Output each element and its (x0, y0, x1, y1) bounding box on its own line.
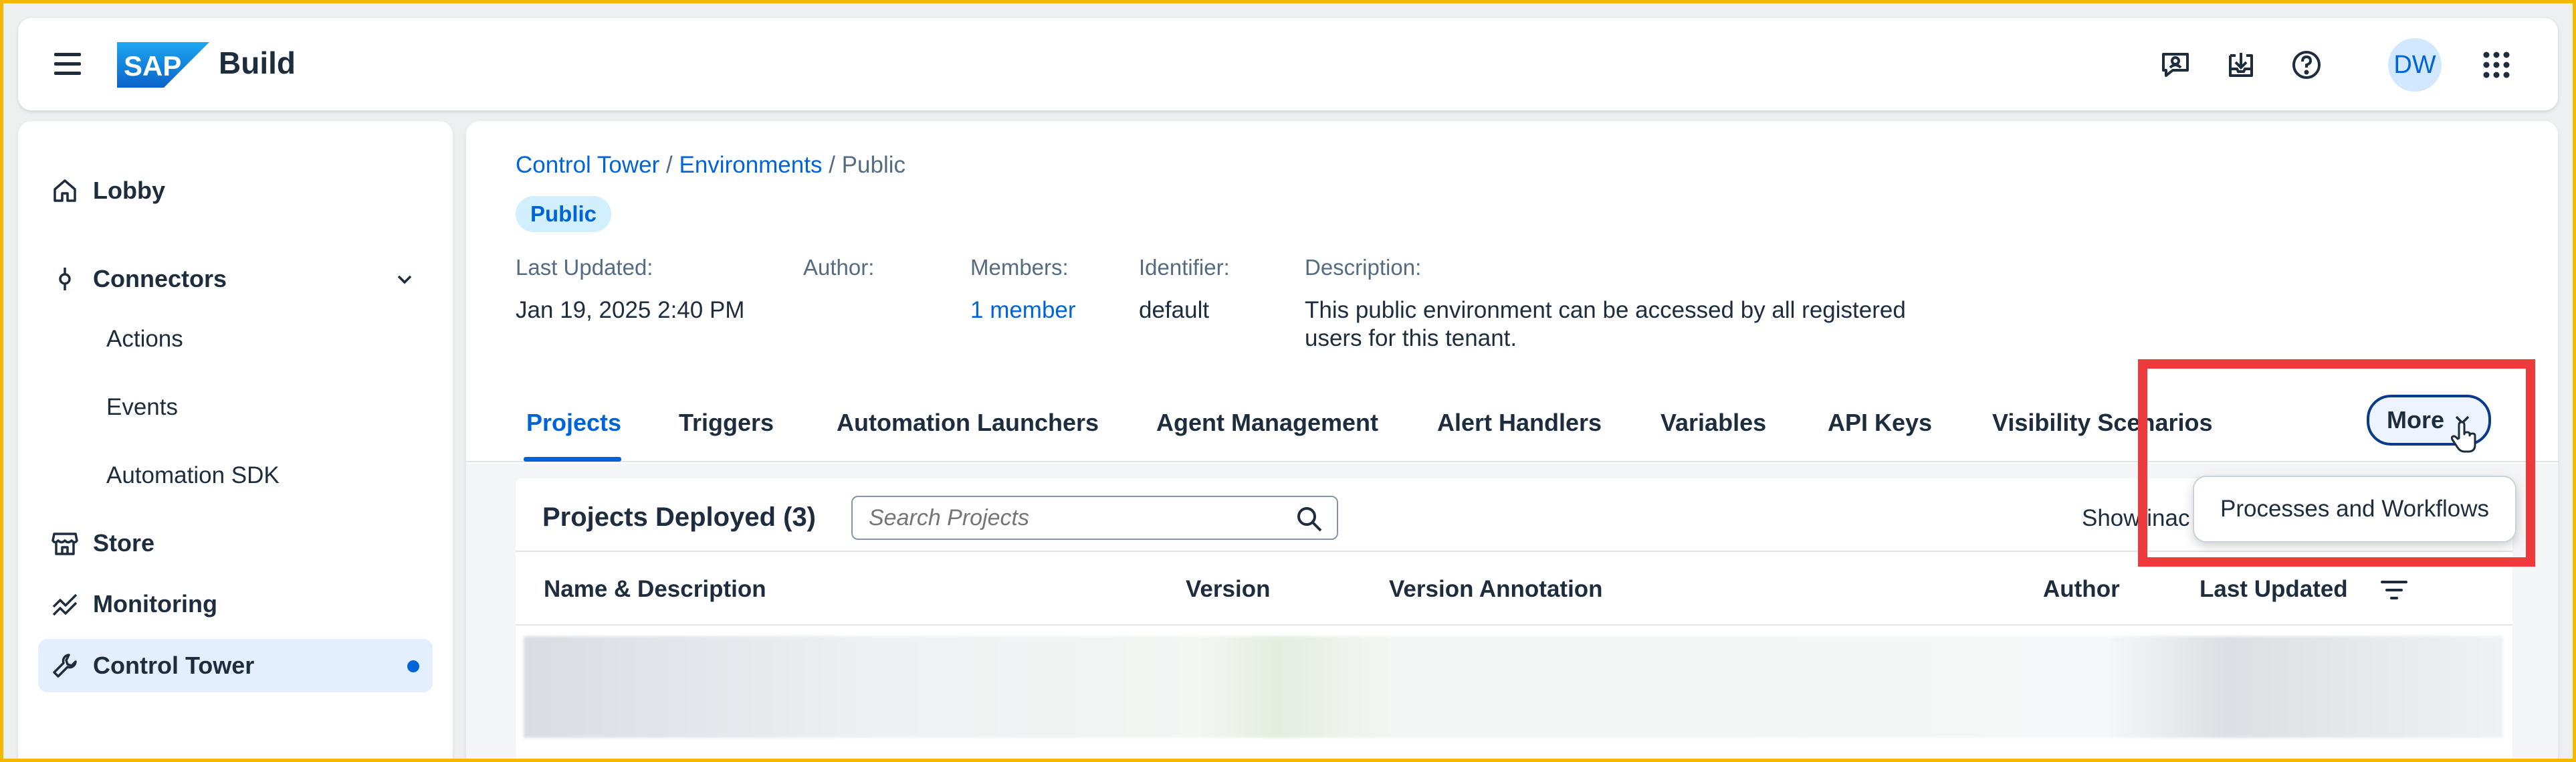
sidebar-item-label: Monitoring (93, 590, 217, 617)
sidebar-item-connectors[interactable]: Connectors (38, 252, 433, 306)
sidebar-item-lobby[interactable]: Lobby (38, 164, 433, 217)
hand-cursor-icon (2450, 421, 2478, 456)
sidebar-item-automation-sdk[interactable]: Automation SDK (106, 462, 280, 489)
feedback-icon[interactable] (2155, 45, 2195, 85)
tab-alert-handlers[interactable]: Alert Handlers (1437, 409, 1602, 437)
author-label: Author: (803, 255, 875, 280)
tab-bar: Projects Triggers Automation Launchers A… (466, 375, 2558, 462)
identifier-value: default (1139, 297, 1210, 323)
tab-agent-management[interactable]: Agent Management (1156, 409, 1378, 437)
tab-automation-launchers[interactable]: Automation Launchers (837, 409, 1099, 437)
sidebar-item-label: Lobby (93, 177, 165, 204)
breadcrumb-separator: / (829, 152, 835, 178)
column-header-name[interactable]: Name & Description (544, 576, 766, 603)
sidebar-item-label: Control Tower (93, 652, 255, 679)
description-line: users for this tenant. (1305, 325, 1517, 351)
sidebar-item-events[interactable]: Events (106, 394, 178, 421)
table-row[interactable] (524, 636, 2503, 738)
column-header-version[interactable]: Version (1186, 576, 1270, 603)
tab-variables[interactable]: Variables (1660, 409, 1766, 437)
identifier-label: Identifier: (1139, 255, 1230, 280)
search-input[interactable] (869, 504, 1283, 531)
chevron-down-icon[interactable] (395, 270, 414, 292)
column-header-author[interactable]: Author (2043, 576, 2120, 603)
tab-triggers[interactable]: Triggers (679, 409, 774, 437)
environment-badge: Public (516, 196, 612, 232)
sidebar-item-actions[interactable]: Actions (106, 326, 183, 353)
description-label: Description: (1305, 255, 1422, 280)
help-icon[interactable] (2286, 45, 2327, 85)
members-label: Members: (970, 255, 1069, 280)
connector-icon (50, 264, 80, 294)
sort-filter-icon[interactable] (2379, 575, 2409, 605)
sidebar-item-control-tower[interactable]: Control Tower (38, 639, 433, 692)
menu-icon[interactable] (53, 47, 86, 81)
more-dropdown-menu: Processes and Workflows (2193, 476, 2516, 543)
menu-item-processes-and-workflows[interactable]: Processes and Workflows (2220, 496, 2489, 522)
user-avatar[interactable]: DW (2388, 38, 2442, 92)
search-projects-field[interactable] (851, 496, 1338, 540)
store-icon (50, 529, 80, 558)
projects-table-title: Projects Deployed (3) (542, 502, 817, 532)
svg-text:SAP: SAP (124, 50, 181, 82)
last-updated-value: Jan 19, 2025 2:40 PM (516, 297, 745, 323)
active-indicator-dot (407, 660, 419, 672)
show-inactive-label: Show inac (2082, 505, 2190, 531)
tab-projects[interactable]: Projects (526, 409, 621, 437)
main-content: Control Tower / Environments / Public Pu… (466, 121, 2558, 759)
product-name: Build (219, 45, 296, 80)
sidebar-item-label: Store (93, 529, 155, 557)
home-icon (50, 176, 80, 205)
breadcrumb-link-control-tower[interactable]: Control Tower (516, 152, 659, 178)
side-navigation: Lobby Connectors Actions Events Automati… (18, 121, 453, 759)
app-window: SAP Build DW Lobby Connectors Actions Ev… (3, 3, 2573, 759)
monitoring-icon (50, 589, 80, 619)
active-tab-indicator (524, 457, 621, 462)
breadcrumb: Control Tower / Environments / Public (516, 152, 905, 179)
sidebar-item-store[interactable]: Store (38, 516, 433, 570)
column-header-version-annotation[interactable]: Version Annotation (1389, 576, 1603, 603)
breadcrumb-separator: / (666, 152, 673, 178)
tab-api-keys[interactable]: API Keys (1828, 409, 1932, 437)
inbox-download-icon[interactable] (2221, 45, 2261, 85)
column-header-last-updated[interactable]: Last Updated (2199, 576, 2348, 603)
table-header: Name & Description Version Version Annot… (516, 551, 2512, 626)
sidebar-item-monitoring[interactable]: Monitoring (38, 577, 433, 631)
wrench-icon (50, 651, 80, 680)
shell-bar: SAP Build DW (18, 18, 2558, 110)
more-button-label: More (2386, 406, 2444, 434)
members-link[interactable]: 1 member (970, 296, 1076, 324)
breadcrumb-current: Public (841, 152, 905, 178)
description-value: This public environment can be accessed … (1305, 296, 1906, 353)
description-line: This public environment can be accessed … (1305, 297, 1906, 323)
app-grid-icon[interactable] (2476, 45, 2516, 85)
last-updated-label: Last Updated: (516, 255, 653, 280)
breadcrumb-link-environments[interactable]: Environments (679, 152, 822, 178)
tab-visibility-scenarios[interactable]: Visibility Scenarios (1992, 409, 2212, 437)
search-icon[interactable] (1295, 505, 1323, 533)
sidebar-item-label: Connectors (93, 265, 227, 292)
object-page-header: Control Tower / Environments / Public Pu… (466, 121, 2558, 462)
sap-logo[interactable]: SAP (117, 42, 209, 88)
